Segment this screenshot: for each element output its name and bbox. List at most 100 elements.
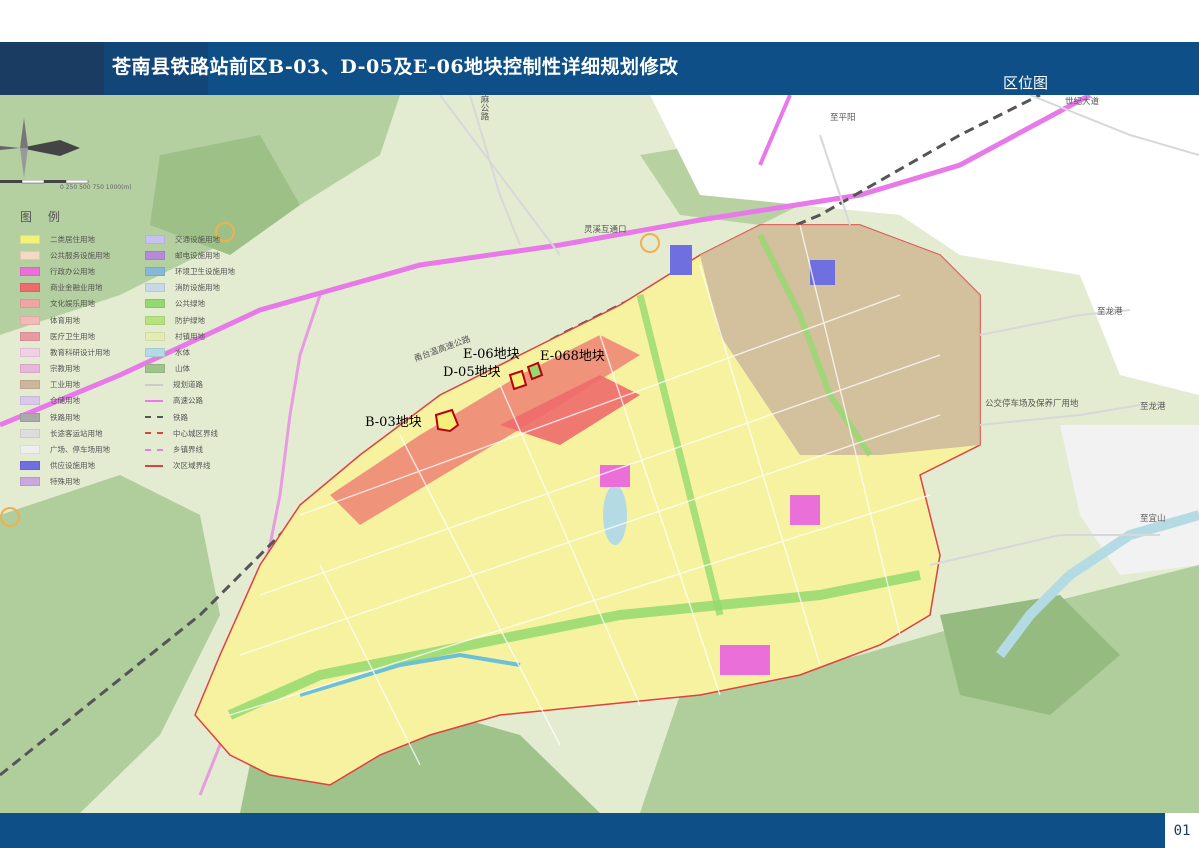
legend-item: 环境卫生设施用地 [145, 263, 260, 279]
parcel-e06-label: E-06地块 [463, 347, 520, 362]
legend-swatch [20, 250, 40, 260]
legend-label: 文化娱乐用地 [50, 299, 95, 309]
legend-label: 铁路用地 [50, 412, 80, 422]
parcel-d05-label: D-05地块 [443, 365, 501, 380]
label-ma-road: 麻公路 [479, 95, 489, 121]
legend-label: 中心城区界线 [173, 428, 218, 438]
legend-swatch [145, 299, 165, 309]
legend-item: 邮电设施用地 [145, 247, 260, 263]
legend-item: 消防设施用地 [145, 280, 260, 296]
parcel-d05-shape [508, 369, 528, 391]
legend-item: 宗教用地 [20, 361, 135, 377]
legend-swatch [20, 396, 40, 406]
legend-item: 铁路 [145, 409, 260, 425]
legend-swatch [145, 432, 163, 435]
legend-label: 交通设施用地 [175, 234, 220, 244]
legend-label: 商业金融业用地 [50, 283, 103, 293]
legend-column-2: 交通设施用地 邮电设施用地 环境卫生设施用地 消防设施用地 公共绿地 防护绿地 村镇用地 水体… [145, 231, 260, 490]
legend-swatch [20, 347, 40, 357]
label-lingxi-interchange: 灵溪互通口 [584, 225, 627, 235]
footer-bar [0, 813, 1199, 848]
admin-block-1 [600, 465, 630, 487]
legend-label: 长途客运站用地 [50, 428, 103, 438]
legend-label: 环境卫生设施用地 [175, 266, 235, 276]
legend-swatch [20, 380, 40, 390]
legend-label: 工业用地 [50, 380, 80, 390]
legend-item: 村镇用地 [145, 328, 260, 344]
legend-item: 公共服务设施用地 [20, 247, 135, 263]
label-zhi-longgang-1: 至龙港 [1097, 307, 1123, 317]
legend-swatch [20, 477, 40, 487]
legend-swatch [145, 347, 165, 357]
legend-swatch [145, 266, 165, 276]
legend: 图 例 二类居住用地公共服务设施用地 行政办公用地 商业金融业用地 文化娱乐用地 体育用… [20, 208, 260, 490]
legend-item: 铁路用地 [20, 409, 135, 425]
legend-label: 次区域界线 [173, 461, 211, 471]
legend-label: 广场、停车场用地 [50, 445, 110, 455]
legend-item: 特殊用地 [20, 474, 135, 490]
legend-swatch [20, 364, 40, 374]
legend-label: 山体 [175, 364, 190, 374]
page-title: 苍南县铁路站前区B-03、D-05及E-06地块控制性详细规划修改 [112, 56, 679, 78]
legend-item: 文化娱乐用地 [20, 296, 135, 312]
legend-label: 乡镇界线 [173, 445, 203, 455]
legend-swatch [20, 234, 40, 244]
legend-item: 教育科研设计用地 [20, 344, 135, 360]
legend-label: 邮电设施用地 [175, 250, 220, 260]
legend-item: 长途客运站用地 [20, 425, 135, 441]
legend-item: 工业用地 [20, 377, 135, 393]
legend-item: 供应设施用地 [20, 458, 135, 474]
legend-swatch [145, 416, 163, 419]
legend-swatch [145, 331, 165, 341]
lake [603, 485, 627, 545]
legend-item: 中心城区界线 [145, 425, 260, 441]
legend-column-1: 二类居住用地公共服务设施用地 行政办公用地 商业金融业用地 文化娱乐用地 体育用地医疗卫… [20, 231, 135, 490]
utility-block [670, 245, 692, 275]
legend-item: 二类居住用地 [20, 231, 135, 247]
legend-label: 行政办公用地 [50, 266, 95, 276]
legend-swatch [145, 399, 163, 402]
legend-swatch [20, 283, 40, 293]
legend-swatch [20, 445, 40, 455]
label-zhi-pingyang: 至平阳 [830, 113, 856, 123]
legend-item: 行政办公用地 [20, 263, 135, 279]
legend-label: 铁路 [173, 412, 188, 422]
scale-text: 0 250 500 750 1000(m) [60, 184, 132, 191]
legend-swatch [145, 250, 165, 260]
legend-item: 广场、停车场用地 [20, 441, 135, 457]
legend-label: 消防设施用地 [175, 283, 220, 293]
legend-swatch [145, 464, 163, 467]
legend-item: 高速公路 [145, 393, 260, 409]
legend-swatch [145, 448, 163, 451]
label-bus-station: 公交停车场及保养厂用地 [985, 399, 1079, 409]
legend-label: 规划道路 [173, 380, 203, 390]
legend-label: 公共绿地 [175, 299, 205, 309]
legend-item: 次区域界线 [145, 458, 260, 474]
legend-swatch [20, 331, 40, 341]
legend-swatch [145, 364, 165, 374]
legend-swatch [20, 315, 40, 325]
page-number: 01 [1165, 813, 1199, 848]
legend-swatch [145, 315, 165, 325]
legend-label: 教育科研设计用地 [50, 347, 110, 357]
legend-label: 体育用地 [50, 315, 80, 325]
legend-swatch [145, 383, 163, 386]
legend-item: 体育用地 [20, 312, 135, 328]
legend-item: 仓储用地 [20, 393, 135, 409]
legend-label: 宗教用地 [50, 364, 80, 374]
legend-title: 图 例 [20, 210, 66, 224]
location-map: 0 250 500 750 1000(m) 图 例 二类居住用地公共服务设施用地… [0, 95, 1199, 813]
admin-block-3 [720, 645, 770, 675]
legend-item: 乡镇界线 [145, 441, 260, 457]
legend-item: 水体 [145, 344, 260, 360]
header-accent [0, 42, 104, 95]
legend-label: 二类居住用地 [50, 234, 95, 244]
legend-item: 规划道路 [145, 377, 260, 393]
legend-label: 医疗卫生用地 [50, 331, 95, 341]
legend-label: 高速公路 [173, 396, 203, 406]
legend-label: 公共服务设施用地 [50, 250, 110, 260]
legend-label: 水体 [175, 347, 190, 357]
legend-swatch [20, 299, 40, 309]
label-shiji-avenue: 世纪大道 [1065, 97, 1100, 107]
legend-label: 供应设施用地 [50, 461, 95, 471]
